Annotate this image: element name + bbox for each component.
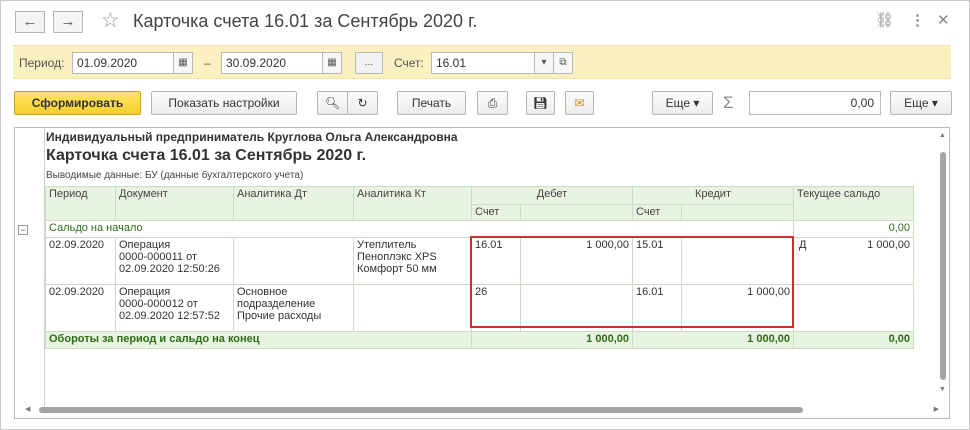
forward-button[interactable]: → (53, 11, 83, 33)
scroll-left-icon[interactable]: ◀ (25, 405, 30, 413)
report-title: Карточка счета 16.01 за Сентябрь 2020 г. (46, 147, 367, 164)
period-dash: – (204, 56, 211, 70)
account-input[interactable]: 16.01 (431, 52, 535, 74)
close-icon[interactable]: ✕ (937, 11, 950, 29)
show-settings-button[interactable]: Показать настройки (151, 91, 297, 115)
save-icon: 💾︎ (532, 96, 549, 110)
sigma-icon: Σ (723, 93, 734, 112)
totals-debit: 1 000,00 (471, 331, 633, 349)
cell-balance (793, 284, 914, 332)
calendar-icon[interactable]: ▦ (322, 52, 342, 74)
output-data-note: Выводимые данные: БУ (данные бухгалтерск… (46, 170, 304, 181)
collapse-group-icon[interactable]: − (18, 225, 28, 235)
balance-sum: 1 000,00 (867, 239, 910, 251)
vertical-scrollbar[interactable]: ▲ ▼ (939, 132, 947, 394)
scroll-right-icon[interactable]: ▶ (934, 405, 939, 413)
cell-analytics-kt (353, 284, 472, 332)
search-button[interactable]: 🔍︎ (317, 91, 348, 115)
envelope-icon: ✉ (574, 96, 585, 110)
more-vertical-icon[interactable]: ⋮ (910, 11, 925, 29)
calendar-icon[interactable]: ▦ (173, 52, 193, 74)
scroll-down-icon[interactable]: ▼ (939, 386, 946, 393)
cell-analytics-dt: Основное подразделение Прочие расходы (233, 284, 354, 332)
opening-balance-value: 0,00 (793, 220, 914, 238)
col-analytics-dt: Аналитика Дт (233, 186, 354, 221)
open-account-icon[interactable]: ⧉ (553, 52, 573, 74)
window-title: Карточка счета 16.01 за Сентябрь 2020 г. (133, 11, 478, 31)
preview-button[interactable]: ⎙ (477, 91, 508, 115)
favorite-star-icon[interactable]: ☆ (101, 8, 120, 33)
col-credit: Кредит (632, 186, 794, 205)
filter-bar: Период: 01.09.2020 ▦ – 30.09.2020 ▦ ... … (13, 45, 951, 79)
totals-balance: 0,00 (793, 331, 914, 349)
cell-balance: Д 1 000,00 (793, 237, 914, 285)
print-preview-icon: ⎙ (487, 96, 498, 110)
cell-analytics-dt (233, 237, 354, 285)
arrow-left-icon: ← (22, 13, 38, 30)
horizontal-scroll-thumb[interactable] (39, 407, 803, 413)
print-button[interactable]: Печать (397, 91, 466, 115)
date-to-input[interactable]: 30.09.2020 (221, 52, 323, 74)
scroll-up-icon[interactable]: ▲ (939, 132, 946, 139)
col-analytics-kt: Аналитика Кт (353, 186, 472, 221)
opening-balance-row[interactable]: Сальдо на начало 0,00 (45, 220, 914, 238)
organization-name: Индивидуальный предприниматель Круглова … (46, 130, 458, 144)
horizontal-scrollbar[interactable]: ◀ ▶ (25, 406, 939, 414)
col-balance: Текущее сальдо (793, 186, 914, 221)
generate-button[interactable]: Сформировать (14, 91, 141, 115)
balance-side: Д (799, 239, 807, 251)
more-actions-button[interactable]: Еще ▾ (652, 91, 713, 115)
search-refresh-icon: ↻ (357, 96, 368, 110)
selection-sum-field[interactable]: 0,00 (749, 91, 881, 115)
totals-row[interactable]: Обороты за период и сальдо на конец 1 00… (45, 331, 914, 349)
arrow-right-icon: → (60, 13, 76, 30)
col-credit-account: Счет (632, 204, 682, 221)
report-area[interactable]: Индивидуальный предприниматель Круглова … (14, 127, 950, 419)
totals-credit: 1 000,00 (632, 331, 794, 349)
col-document: Документ (115, 186, 234, 221)
more-actions-button-2[interactable]: Еще ▾ (890, 91, 952, 115)
email-button[interactable]: ✉ (565, 91, 594, 115)
account-label: Счет: (394, 56, 424, 70)
cell-document[interactable]: Операция 0000-000012 от 02.09.2020 12:57:5… (115, 284, 234, 332)
report-window: ← → ☆ Карточка счета 16.01 за Сентябрь 2… (0, 0, 970, 430)
vertical-scroll-thumb[interactable] (940, 152, 946, 380)
cell-period: 02.09.2020 (45, 284, 116, 332)
highlight-frame (470, 236, 794, 328)
cell-document[interactable]: Операция 0000-000011 от 02.09.2020 12:50:2… (115, 237, 234, 285)
col-debit: Дебет (471, 186, 633, 205)
search-icon: 🔍︎ (324, 96, 341, 110)
totals-label: Обороты за период и сальдо на конец (45, 331, 472, 349)
cell-analytics-kt: Утеплитель Пеноплэкс XPS Комфорт 50 мм (353, 237, 472, 285)
chevron-down-icon[interactable]: ▾ (534, 52, 554, 74)
date-from-input[interactable]: 01.09.2020 (72, 52, 174, 74)
back-button[interactable]: ← (15, 11, 45, 33)
period-label: Период: (19, 56, 65, 70)
search-refresh-button[interactable]: ↻ (347, 91, 378, 115)
table-header-row: Период Документ Аналитика Дт Аналитика К… (45, 186, 914, 221)
select-period-button[interactable]: ... (355, 52, 383, 74)
link-icon[interactable]: ⛓ (875, 11, 894, 29)
opening-balance-label: Сальдо на начало (45, 220, 794, 238)
col-period: Период (45, 186, 116, 221)
save-button[interactable]: 💾︎ (526, 91, 555, 115)
cell-period: 02.09.2020 (45, 237, 116, 285)
col-debit-account: Счет (471, 204, 521, 221)
